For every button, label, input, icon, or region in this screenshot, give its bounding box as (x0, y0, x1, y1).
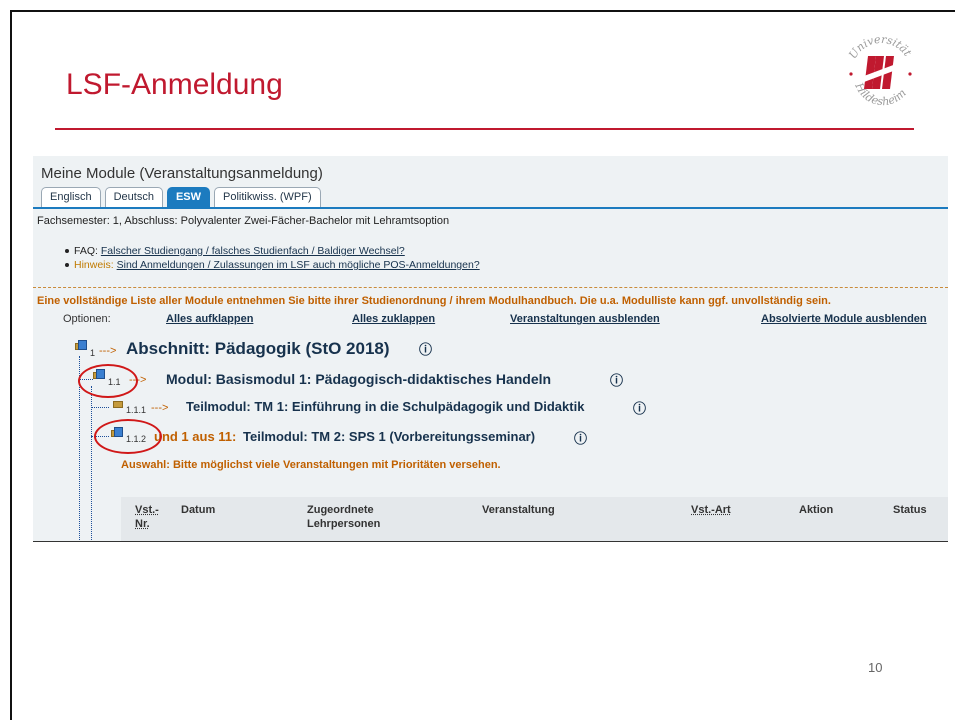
dashed-divider (33, 287, 948, 288)
courses-table-header: Vst.-Nr. Datum Zugeordnete Lehrpersonen … (121, 497, 948, 542)
teilmodul1-number: 1.1.1 (126, 405, 147, 415)
semester-info: Fachsemester: 1, Abschluss: Polyvalenter… (37, 215, 450, 227)
university-logo: Universität Hildesheim (846, 33, 914, 108)
modul-title: Modul: Basismodul 1: Pädagogisch-didakti… (166, 371, 552, 387)
lsf-screenshot: Meine Module (Veranstaltungsanmeldung) E… (33, 156, 948, 542)
title-rule (55, 128, 914, 130)
page-number: 10 (868, 660, 883, 675)
expand-all-link[interactable]: Alles aufklappen (166, 313, 253, 325)
teilmodul2-info-icon[interactable]: ⓘ (574, 428, 587, 447)
highlight-circle-teilmodul (94, 419, 162, 454)
col-lehrpersonen: Zugeordnete Lehrpersonen (307, 504, 381, 530)
col-status: Status (893, 504, 927, 516)
info-bullets: FAQ: Falscher Studiengang / falsches Stu… (65, 244, 480, 272)
col-aktion: Aktion (799, 504, 834, 516)
faq-row: FAQ: Falscher Studiengang / falsches Stu… (65, 244, 480, 258)
bullet-dot (65, 263, 69, 268)
hide-courses-link[interactable]: Veranstaltungen ausblenden (510, 313, 660, 325)
module-list-notice: Eine vollständige Liste aller Module ent… (37, 295, 831, 307)
modul-info-icon[interactable]: ⓘ (610, 370, 623, 389)
abschnitt-arrow: ---> (99, 345, 117, 357)
selection-hint: Auswahl: Bitte möglichst viele Veranstal… (121, 459, 501, 471)
options-label: Optionen: (63, 313, 111, 325)
col-datum: Datum (181, 504, 216, 516)
tab-esw[interactable]: ESW (166, 187, 210, 209)
tree-connector (91, 386, 92, 542)
section-title: Meine Module (Veranstaltungsanmeldung) (41, 165, 323, 182)
abschnitt-node-icon[interactable] (75, 340, 87, 350)
collapse-all-link[interactable]: Alles zuklappen (352, 313, 435, 325)
tabs-divider (33, 207, 948, 209)
tab-deutsch[interactable]: Deutsch (104, 187, 163, 209)
tab-englisch[interactable]: Englisch (41, 187, 101, 209)
abschnitt-number: 1 (90, 348, 96, 358)
col-vst-art[interactable]: Vst.-Art (691, 503, 731, 517)
highlight-circle-modul (78, 364, 138, 398)
slide-title: LSF-Anmeldung (66, 68, 283, 101)
hide-completed-link[interactable]: Absolvierte Module ausblenden (761, 313, 927, 325)
abschnitt-title: Abschnitt: Pädagogik (StO 2018) (126, 339, 390, 358)
faq-label: FAQ: (74, 245, 98, 257)
screenshot-bottom-border (33, 541, 948, 542)
teilmodul1-node-icon[interactable] (113, 398, 125, 408)
subject-tabs: Englisch Deutsch ESW Politikwiss. (WPF) (41, 187, 321, 209)
teilmodul1-title: Teilmodul: TM 1: Einführung in die Schul… (186, 399, 585, 414)
col-veranstaltung: Veranstaltung (482, 504, 555, 516)
tree-connector (91, 407, 109, 408)
hinweis-row: Hinweis: Sind Anmeldungen / Zulassungen … (65, 258, 480, 272)
hinweis-link[interactable]: Sind Anmeldungen / Zulassungen im LSF au… (117, 259, 480, 271)
teilmodul1-arrow: ---> (151, 402, 169, 414)
teilmodul2-choice-prefix: und 1 aus 11: (154, 429, 237, 444)
faq-link[interactable]: Falscher Studiengang / falsches Studienf… (101, 245, 405, 257)
tab-politikwiss[interactable]: Politikwiss. (WPF) (214, 187, 321, 209)
teilmodul1-info-icon[interactable]: ⓘ (633, 398, 646, 417)
teilmodul2-title: Teilmodul: TM 2: SPS 1 (Vorbereitungssem… (243, 429, 536, 444)
hinweis-label: Hinweis: (74, 259, 114, 271)
col-vst-nr[interactable]: Vst.-Nr. (135, 503, 169, 531)
abschnitt-info-icon[interactable]: ⓘ (419, 339, 432, 358)
bullet-dot (65, 249, 69, 254)
